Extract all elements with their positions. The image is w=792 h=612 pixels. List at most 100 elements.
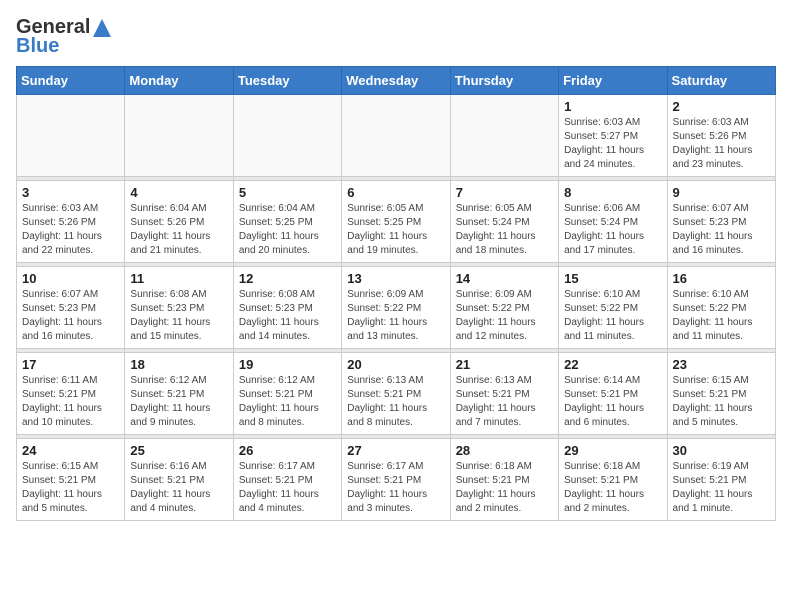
day-number: 9: [673, 185, 770, 200]
day-info: Sunrise: 6:07 AM Sunset: 5:23 PM Dayligh…: [22, 288, 119, 344]
day-info: Sunrise: 6:03 AM Sunset: 5:26 PM Dayligh…: [22, 202, 119, 258]
day-number: 3: [22, 185, 119, 200]
day-number: 5: [239, 185, 336, 200]
calendar-day-cell: 11 Sunrise: 6:08 AM Sunset: 5:23 PM Dayli…: [125, 267, 233, 349]
calendar-day-cell: 24 Sunrise: 6:15 AM Sunset: 5:21 PM Dayli…: [17, 439, 125, 521]
day-info: Sunrise: 6:13 AM Sunset: 5:21 PM Dayligh…: [347, 374, 444, 430]
calendar-day-cell: [233, 95, 341, 177]
weekday-header-tuesday: Tuesday: [233, 67, 341, 95]
day-info: Sunrise: 6:08 AM Sunset: 5:23 PM Dayligh…: [130, 288, 227, 344]
day-number: 20: [347, 357, 444, 372]
day-info: Sunrise: 6:15 AM Sunset: 5:21 PM Dayligh…: [673, 374, 770, 430]
calendar-day-cell: 27 Sunrise: 6:17 AM Sunset: 5:21 PM Dayli…: [342, 439, 450, 521]
calendar-day-cell: 3 Sunrise: 6:03 AM Sunset: 5:26 PM Daylig…: [17, 181, 125, 263]
day-number: 21: [456, 357, 553, 372]
day-number: 29: [564, 443, 661, 458]
day-number: 26: [239, 443, 336, 458]
calendar-week-row-2: 3 Sunrise: 6:03 AM Sunset: 5:26 PM Daylig…: [17, 181, 776, 263]
day-info: Sunrise: 6:17 AM Sunset: 5:21 PM Dayligh…: [239, 460, 336, 516]
calendar-week-row-4: 17 Sunrise: 6:11 AM Sunset: 5:21 PM Dayli…: [17, 353, 776, 435]
day-number: 7: [456, 185, 553, 200]
weekday-header-friday: Friday: [559, 67, 667, 95]
day-info: Sunrise: 6:13 AM Sunset: 5:21 PM Dayligh…: [456, 374, 553, 430]
calendar-day-cell: 15 Sunrise: 6:10 AM Sunset: 5:22 PM Dayli…: [559, 267, 667, 349]
weekday-header-thursday: Thursday: [450, 67, 558, 95]
weekday-header-monday: Monday: [125, 67, 233, 95]
calendar-day-cell: 6Sunrise: 6:05 AM Sunset: 5:25 PM Daylig…: [342, 181, 450, 263]
day-info: Sunrise: 6:15 AM Sunset: 5:21 PM Dayligh…: [22, 460, 119, 516]
day-number: 4: [130, 185, 227, 200]
day-number: 30: [673, 443, 770, 458]
weekday-header-sunday: Sunday: [17, 67, 125, 95]
day-number: 10: [22, 271, 119, 286]
day-number: 1: [564, 99, 661, 114]
day-number: 6: [347, 185, 444, 200]
calendar-table: SundayMondayTuesdayWednesdayThursdayFrid…: [16, 66, 776, 521]
calendar-day-cell: 25 Sunrise: 6:16 AM Sunset: 5:21 PM Dayli…: [125, 439, 233, 521]
day-number: 18: [130, 357, 227, 372]
day-info: Sunrise: 6:06 AM Sunset: 5:24 PM Dayligh…: [564, 202, 661, 258]
day-info: Sunrise: 6:10 AM Sunset: 5:22 PM Dayligh…: [564, 288, 661, 344]
calendar-day-cell: 28Sunrise: 6:18 AM Sunset: 5:21 PM Dayli…: [450, 439, 558, 521]
calendar-day-cell: 29 Sunrise: 6:18 AM Sunset: 5:21 PM Dayli…: [559, 439, 667, 521]
day-number: 13: [347, 271, 444, 286]
day-info: Sunrise: 6:18 AM Sunset: 5:21 PM Dayligh…: [456, 460, 553, 516]
calendar-day-cell: 1 Sunrise: 6:03 AM Sunset: 5:27 PM Daylig…: [559, 95, 667, 177]
day-info: Sunrise: 6:12 AM Sunset: 5:21 PM Dayligh…: [239, 374, 336, 430]
calendar-day-cell: 4 Sunrise: 6:04 AM Sunset: 5:26 PM Daylig…: [125, 181, 233, 263]
day-info: Sunrise: 6:10 AM Sunset: 5:22 PM Dayligh…: [673, 288, 770, 344]
page-header: General Blue: [16, 16, 776, 58]
calendar-day-cell: 30 Sunrise: 6:19 AM Sunset: 5:21 PM Dayli…: [667, 439, 775, 521]
day-number: 19: [239, 357, 336, 372]
day-number: 27: [347, 443, 444, 458]
calendar-day-cell: 2 Sunrise: 6:03 AM Sunset: 5:26 PM Daylig…: [667, 95, 775, 177]
calendar-day-cell: 7 Sunrise: 6:05 AM Sunset: 5:24 PM Daylig…: [450, 181, 558, 263]
calendar-day-cell: 23Sunrise: 6:15 AM Sunset: 5:21 PM Dayli…: [667, 353, 775, 435]
day-number: 14: [456, 271, 553, 286]
calendar-day-cell: 10 Sunrise: 6:07 AM Sunset: 5:23 PM Dayli…: [17, 267, 125, 349]
day-info: Sunrise: 6:14 AM Sunset: 5:21 PM Dayligh…: [564, 374, 661, 430]
calendar-week-row-5: 24 Sunrise: 6:15 AM Sunset: 5:21 PM Dayli…: [17, 439, 776, 521]
day-info: Sunrise: 6:12 AM Sunset: 5:21 PM Dayligh…: [130, 374, 227, 430]
calendar-day-cell: 17 Sunrise: 6:11 AM Sunset: 5:21 PM Dayli…: [17, 353, 125, 435]
day-number: 2: [673, 99, 770, 114]
logo: General Blue: [16, 16, 112, 58]
calendar-week-row-1: 1 Sunrise: 6:03 AM Sunset: 5:27 PM Daylig…: [17, 95, 776, 177]
day-info: Sunrise: 6:05 AM Sunset: 5:24 PM Dayligh…: [456, 202, 553, 258]
day-info: Sunrise: 6:04 AM Sunset: 5:25 PM Dayligh…: [239, 202, 336, 258]
day-number: 15: [564, 271, 661, 286]
calendar-day-cell: 9 Sunrise: 6:07 AM Sunset: 5:23 PM Daylig…: [667, 181, 775, 263]
day-info: Sunrise: 6:19 AM Sunset: 5:21 PM Dayligh…: [673, 460, 770, 516]
calendar-day-cell: 5 Sunrise: 6:04 AM Sunset: 5:25 PM Daylig…: [233, 181, 341, 263]
day-info: Sunrise: 6:11 AM Sunset: 5:21 PM Dayligh…: [22, 374, 119, 430]
calendar-day-cell: 20 Sunrise: 6:13 AM Sunset: 5:21 PM Dayli…: [342, 353, 450, 435]
day-number: 17: [22, 357, 119, 372]
calendar-day-cell: 18 Sunrise: 6:12 AM Sunset: 5:21 PM Dayli…: [125, 353, 233, 435]
calendar-day-cell: [342, 95, 450, 177]
day-info: Sunrise: 6:18 AM Sunset: 5:21 PM Dayligh…: [564, 460, 661, 516]
day-number: 25: [130, 443, 227, 458]
day-info: Sunrise: 6:08 AM Sunset: 5:23 PM Dayligh…: [239, 288, 336, 344]
calendar-day-cell: 14 Sunrise: 6:09 AM Sunset: 5:22 PM Dayli…: [450, 267, 558, 349]
day-info: Sunrise: 6:16 AM Sunset: 5:21 PM Dayligh…: [130, 460, 227, 516]
day-info: Sunrise: 6:03 AM Sunset: 5:26 PM Dayligh…: [673, 116, 770, 172]
calendar-day-cell: 8Sunrise: 6:06 AM Sunset: 5:24 PM Daylig…: [559, 181, 667, 263]
day-info: Sunrise: 6:07 AM Sunset: 5:23 PM Dayligh…: [673, 202, 770, 258]
weekday-header-saturday: Saturday: [667, 67, 775, 95]
calendar-day-cell: 21 Sunrise: 6:13 AM Sunset: 5:21 PM Dayli…: [450, 353, 558, 435]
day-number: 11: [130, 271, 227, 286]
calendar-day-cell: 26 Sunrise: 6:17 AM Sunset: 5:21 PM Dayli…: [233, 439, 341, 521]
day-info: Sunrise: 6:09 AM Sunset: 5:22 PM Dayligh…: [456, 288, 553, 344]
calendar-day-cell: [125, 95, 233, 177]
day-info: Sunrise: 6:17 AM Sunset: 5:21 PM Dayligh…: [347, 460, 444, 516]
weekday-header-wednesday: Wednesday: [342, 67, 450, 95]
calendar-day-cell: 12Sunrise: 6:08 AM Sunset: 5:23 PM Dayli…: [233, 267, 341, 349]
day-info: Sunrise: 6:03 AM Sunset: 5:27 PM Dayligh…: [564, 116, 661, 172]
day-number: 24: [22, 443, 119, 458]
day-info: Sunrise: 6:09 AM Sunset: 5:22 PM Dayligh…: [347, 288, 444, 344]
day-number: 16: [673, 271, 770, 286]
calendar-day-cell: 22Sunrise: 6:14 AM Sunset: 5:21 PM Dayli…: [559, 353, 667, 435]
calendar-day-cell: [17, 95, 125, 177]
calendar-day-cell: 16 Sunrise: 6:10 AM Sunset: 5:22 PM Dayli…: [667, 267, 775, 349]
day-info: Sunrise: 6:04 AM Sunset: 5:26 PM Dayligh…: [130, 202, 227, 258]
